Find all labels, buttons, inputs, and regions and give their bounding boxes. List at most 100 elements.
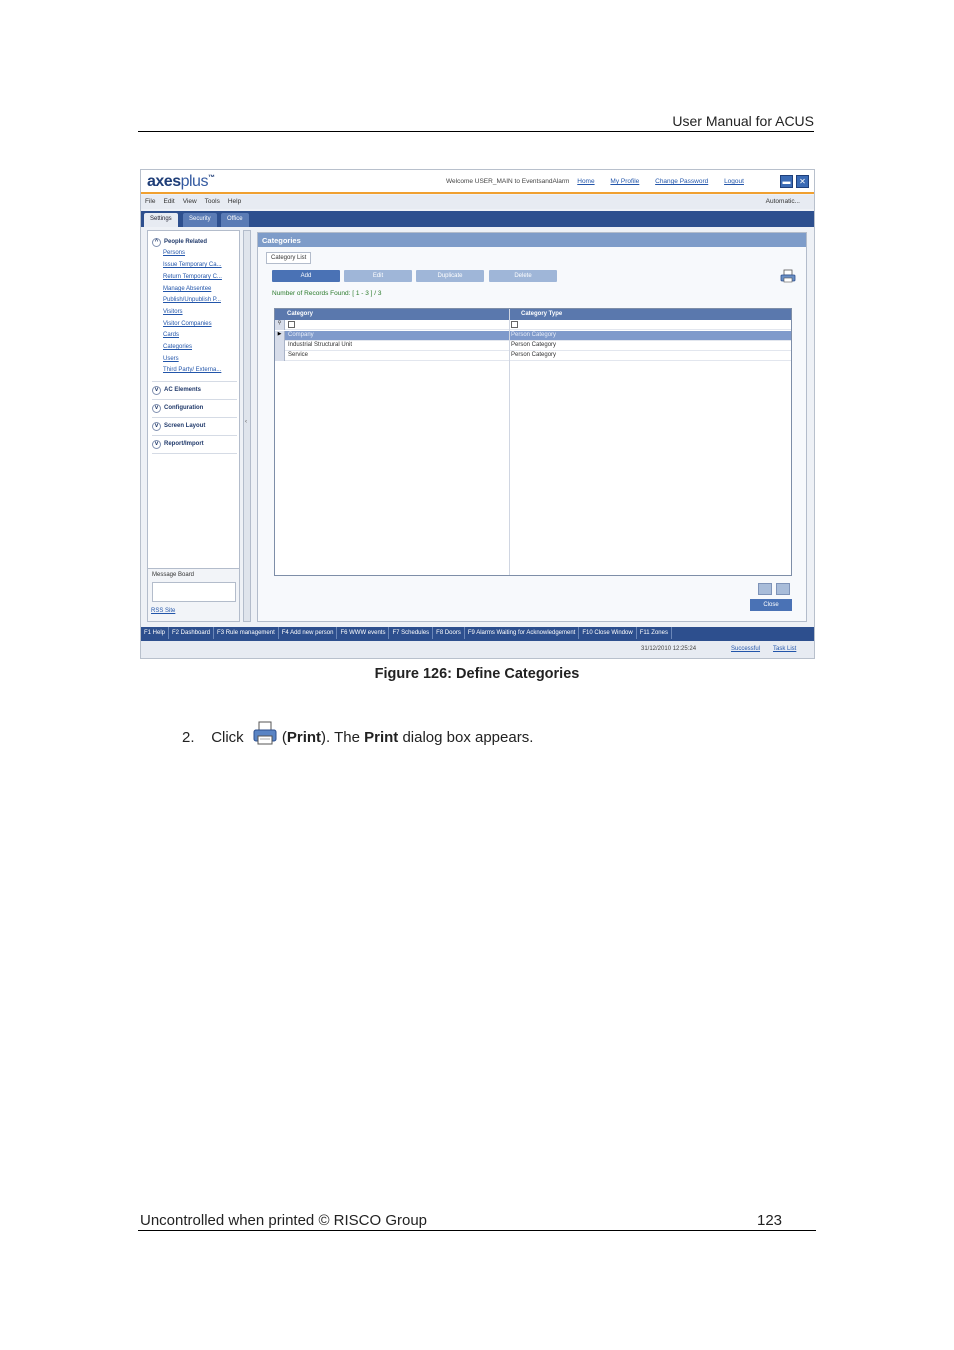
link-change-password[interactable]: Change Password (655, 178, 708, 185)
fkey-f3[interactable]: F3 Rule management (214, 627, 279, 639)
categories-panel: Categories Category List Add Edit Duplic… (257, 232, 807, 622)
message-board: Message Board RSS Site (147, 568, 240, 622)
fkey-f10[interactable]: F10 Close Window (579, 627, 637, 639)
sidebar-item-visitors[interactable]: Visitors (163, 309, 183, 315)
tab-bar: Settings Security Office (141, 211, 814, 227)
filter-category-checkbox[interactable] (288, 321, 295, 328)
sidebar-divider (152, 453, 237, 454)
sidebar-item-issue-temporary[interactable]: Issue Temporary Ca... (163, 262, 222, 268)
function-key-bar: F1 Help F2 Dashboard F3 Rule management F4 … (141, 627, 814, 641)
header-title: User Manual for ACUS (672, 113, 814, 129)
fkey-f6[interactable]: F6 WWW events (337, 627, 390, 639)
sidebar-group-configuration[interactable]: v Configuration (152, 404, 203, 413)
fkey-f8[interactable]: F8 Doors (433, 627, 465, 639)
column-separator (509, 309, 510, 575)
row-header (275, 351, 285, 361)
sidebar-divider (152, 381, 237, 382)
axesplus-logo: axesplus™ (147, 173, 215, 190)
tab-office[interactable]: Office (221, 213, 249, 227)
sidebar-group-screen-layout[interactable]: v Screen Layout (152, 422, 205, 431)
message-board-input[interactable] (152, 582, 236, 602)
tab-category-list[interactable]: Category List (266, 252, 312, 264)
chevron-down-icon: v (152, 386, 161, 395)
automatic-button[interactable]: Automatic... (762, 195, 804, 208)
filter-icon[interactable]: ⚲ (275, 320, 285, 330)
chevron-up-icon: ^ (152, 238, 161, 247)
menu-view[interactable]: View (179, 195, 201, 208)
sidebar: ^ People Related Persons Issue Temporary … (147, 230, 240, 622)
tab-settings[interactable]: Settings (144, 213, 178, 227)
page-number: 123 (757, 1212, 783, 1229)
sidebar-item-publish[interactable]: Publish/Unpublish P... (163, 297, 221, 303)
status-bar: 31/12/2010 12:25:24 Successful Task List (141, 641, 814, 658)
menu-bar: File Edit View Tools Help Automatic... (141, 195, 814, 209)
footer-left: Uncontrolled when printed © RISCO Group (140, 1212, 428, 1229)
sidebar-item-cards[interactable]: Cards (163, 332, 179, 338)
message-board-label: Message Board (152, 572, 195, 578)
collapse-arrow-icon[interactable]: ‹ (245, 419, 247, 425)
step-click-text: Click (211, 729, 244, 746)
minimize-icon[interactable]: ▬ (780, 175, 793, 188)
link-logout[interactable]: Logout (724, 178, 744, 185)
menu-file[interactable]: File (141, 195, 159, 208)
column-header-category[interactable]: Category (275, 309, 509, 320)
chevron-down-icon: v (152, 440, 161, 449)
panel-title: Categories (258, 233, 806, 247)
close-window-icon[interactable]: ✕ (796, 175, 809, 188)
delete-button[interactable]: Delete (489, 270, 557, 282)
table-row[interactable]: ▶ Company Person Category (275, 331, 791, 341)
close-button[interactable]: Close (750, 599, 792, 611)
fkey-f7[interactable]: F7 Schedules (389, 627, 434, 639)
row-pointer-icon: ▶ (275, 331, 285, 341)
task-list-link[interactable]: Task List (773, 646, 796, 652)
menu-edit[interactable]: Edit (159, 195, 178, 208)
rss-site-link[interactable]: RSS Site (151, 608, 175, 614)
top-links: Welcome USER_MAIN to EventsandAlarm Home… (446, 178, 758, 185)
table-row[interactable]: Industrial Structural Unit Person Categor… (275, 341, 791, 351)
sidebar-item-persons[interactable]: Persons (163, 250, 185, 256)
sidebar-splitter[interactable]: ‹ (243, 230, 251, 622)
fkey-f4[interactable]: F4 Add new person (279, 627, 338, 639)
status-successful-link[interactable]: Successful (731, 646, 760, 652)
prev-page-button[interactable] (758, 583, 772, 595)
filter-row: ⚲ (275, 320, 791, 330)
table-row[interactable]: Service Person Category (275, 351, 791, 361)
sidebar-item-return-temporary[interactable]: Return Temporary C... (163, 274, 222, 280)
column-header-category-type[interactable]: Category Type (509, 309, 791, 320)
sidebar-item-third-party[interactable]: Third Party/ Externa... (163, 367, 221, 373)
sidebar-divider (152, 417, 237, 418)
sidebar-item-visitor-companies[interactable]: Visitor Companies (163, 321, 212, 327)
add-button[interactable]: Add (272, 270, 340, 282)
menu-tools[interactable]: Tools (201, 195, 224, 208)
header-rule (138, 131, 814, 132)
link-my-profile[interactable]: My Profile (610, 178, 639, 185)
print-icon (253, 721, 277, 745)
sidebar-item-manage-absentee[interactable]: Manage Absentee (163, 286, 211, 292)
sidebar-group-report-import[interactable]: v Report/Import (152, 440, 204, 449)
fkey-f1[interactable]: F1 Help (141, 627, 170, 639)
print-bold-1: Print (286, 729, 322, 746)
sidebar-group-people-related[interactable]: ^ People Related (152, 238, 207, 247)
fkey-f2[interactable]: F2 Dashboard (169, 627, 215, 639)
filter-type-checkbox[interactable] (511, 321, 518, 328)
records-found: Number of Records Found: [ 1 - 3 ] / 3 (272, 290, 382, 297)
chevron-down-icon: v (152, 404, 161, 413)
screenshot-figure: axesplus™ Welcome USER_MAIN to Eventsand… (140, 169, 815, 659)
row-header (275, 341, 285, 351)
print-bold-2: Print (364, 729, 399, 746)
link-home[interactable]: Home (577, 178, 594, 185)
sidebar-divider (152, 399, 237, 400)
sidebar-item-categories[interactable]: Categories (163, 344, 192, 350)
footer-rule (138, 1230, 816, 1231)
duplicate-button[interactable]: Duplicate (416, 270, 484, 282)
sidebar-group-ac-elements[interactable]: v AC Elements (152, 386, 201, 395)
edit-button[interactable]: Edit (344, 270, 412, 282)
tab-security[interactable]: Security (183, 213, 217, 227)
fkey-f9[interactable]: F9 Alarms Waiting for Acknowledgement (465, 627, 580, 639)
menu-help[interactable]: Help (224, 195, 245, 208)
print-icon[interactable] (780, 269, 796, 283)
status-datetime: 31/12/2010 12:25:24 (641, 646, 697, 652)
fkey-f11[interactable]: F11 Zones (637, 627, 672, 639)
next-page-button[interactable] (776, 583, 790, 595)
sidebar-item-users[interactable]: Users (163, 356, 179, 362)
